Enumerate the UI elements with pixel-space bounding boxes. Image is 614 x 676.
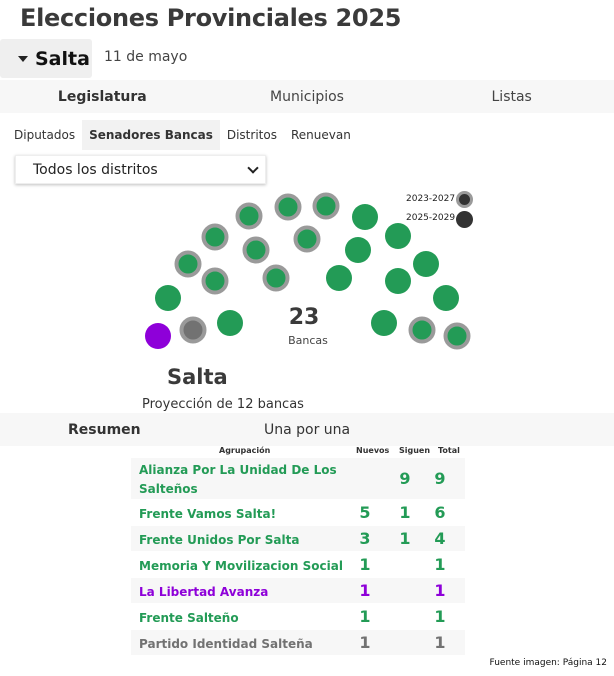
region-name: Salta (167, 365, 228, 389)
header-agrupacion: Agrupación (219, 446, 271, 455)
seats-new: 1 (359, 607, 371, 626)
legend-label-2025-2029: 2025-2029 (406, 213, 456, 223)
chevron-down-icon (247, 162, 259, 174)
table-row: Frente Unidos Por Salta 3 1 4 (131, 526, 465, 552)
district-select[interactable]: Todos los distritos (15, 155, 266, 184)
seat-unit-label: Bancas (288, 334, 328, 347)
subtab-senadores-bancas[interactable]: Senadores Bancas (82, 120, 220, 150)
seats-continuing: 1 (399, 529, 411, 548)
party-name-line: Salteños (139, 482, 198, 496)
tab-municipios[interactable]: Municipios (205, 80, 410, 113)
party-name: La Libertad Avanza (139, 584, 269, 599)
seat-green (201, 223, 229, 251)
seat-count: 23 (288, 305, 320, 330)
seat-green (326, 265, 352, 291)
party-name: Alianza Por La Unidad De Los Salteños (139, 461, 337, 499)
party-name: Frente Vamos Salta! (139, 506, 277, 521)
province-label: Salta (35, 47, 90, 70)
seat-green (408, 316, 436, 344)
seat-green (443, 322, 471, 350)
page-title: Elecciones Provinciales 2025 (20, 4, 402, 32)
table-row: Frente Salteño 1 1 (131, 604, 465, 630)
election-date: 11 de mayo (104, 49, 188, 65)
header-nuevos: Nuevos (356, 446, 390, 455)
seat-green (155, 285, 181, 311)
tab-resumen[interactable]: Resumen (68, 413, 141, 446)
results-header: Agrupación Nuevos Siguen Total (131, 444, 465, 458)
party-name: Frente Unidos Por Salta (139, 532, 300, 547)
seats-total: 4 (434, 529, 446, 548)
tab-listas[interactable]: Listas (409, 80, 614, 113)
seat-green (385, 268, 411, 294)
seats-total: 1 (434, 555, 446, 574)
seat-green (262, 264, 290, 292)
seat-gray (179, 316, 207, 344)
table-row: La Libertad Avanza 1 1 (131, 578, 465, 604)
seats-total: 9 (434, 469, 446, 488)
legend-solid-dot (456, 211, 473, 228)
seat-green (413, 251, 439, 277)
seat-green (274, 193, 302, 221)
results-table: Agrupación Nuevos Siguen Total Alianza P… (131, 444, 465, 656)
legend-label-2023-2027: 2023-2027 (406, 194, 456, 204)
seats-total: 1 (434, 633, 446, 652)
seat-green (371, 310, 397, 336)
seat-hemicycle (145, 192, 471, 350)
main-tabs: Legislatura Municipios Listas (0, 80, 614, 113)
table-row: Memoria Y Movilizacion Social 1 1 (131, 552, 465, 578)
header-siguen: Siguen (399, 446, 431, 455)
subtab-diputados[interactable]: Diputados (0, 120, 82, 150)
party-name: Memoria Y Movilizacion Social (139, 558, 343, 573)
seat-green (293, 225, 321, 253)
projection-text: Proyección de 12 bancas (142, 397, 304, 412)
seats-new: 3 (359, 529, 371, 548)
seats-total: 6 (434, 503, 446, 522)
subtab-distritos[interactable]: Distritos (220, 120, 284, 150)
seat-green (352, 204, 378, 230)
results-rows: Alianza Por La Unidad De Los Salteños 9 9 Fr… (131, 458, 465, 656)
seat-green (217, 310, 243, 336)
party-name-line: Alianza Por La Unidad De Los (139, 463, 337, 477)
seat-green (433, 285, 459, 311)
seats-total: 1 (434, 607, 446, 626)
subtab-renuevan[interactable]: Renuevan (284, 120, 358, 150)
tab-legislatura[interactable]: Legislatura (0, 80, 205, 113)
seat-green (201, 267, 229, 295)
sub-tabs: Diputados Senadores Bancas Distritos Ren… (0, 120, 358, 150)
seat-green (345, 237, 371, 263)
seat-green (385, 223, 411, 249)
seat-green (174, 250, 202, 278)
table-row: Alianza Por La Unidad De Los Salteños 9 9 (131, 458, 465, 500)
caret-down-icon (18, 55, 28, 62)
legend-ringed-dot (456, 191, 473, 208)
header-total: Total (438, 446, 460, 455)
result-tabs: Resumen Una por una (0, 413, 614, 446)
seats-new: 1 (359, 581, 371, 600)
tab-una-por-una[interactable]: Una por una (264, 413, 350, 446)
district-select-value: Todos los distritos (33, 161, 158, 178)
seats-continuing: 9 (399, 469, 411, 488)
seat-purple (145, 323, 171, 349)
table-row: Frente Vamos Salta! 5 1 6 (131, 500, 465, 526)
seats-new: 5 (359, 503, 371, 522)
party-name: Frente Salteño (139, 610, 239, 625)
seats-total: 1 (434, 581, 446, 600)
province-dropdown-button[interactable]: Salta (0, 39, 92, 78)
table-row: Partido Identidad Salteña 1 1 (131, 630, 465, 656)
seats-continuing: 1 (399, 503, 411, 522)
seat-green (235, 202, 263, 230)
seats-new: 1 (359, 555, 371, 574)
party-name: Partido Identidad Salteña (139, 636, 313, 651)
seat-green (242, 236, 270, 264)
seat-green (312, 192, 340, 220)
source-credit: Fuente imagen: Página 12 (489, 658, 607, 668)
seats-new: 1 (359, 633, 371, 652)
